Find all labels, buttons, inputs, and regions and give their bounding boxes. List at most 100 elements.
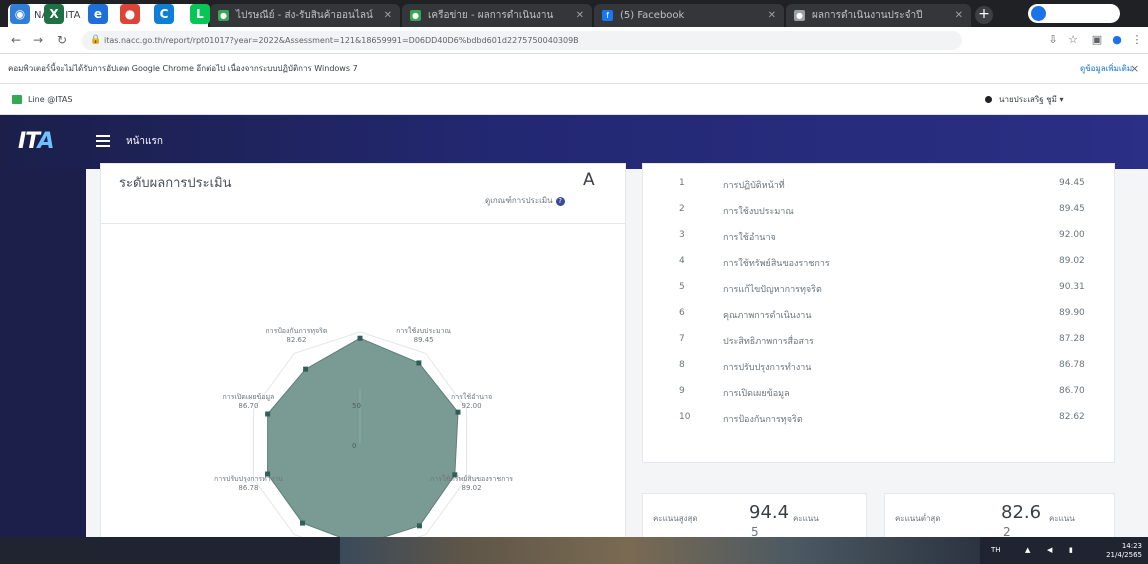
back-icon[interactable]: ← bbox=[8, 32, 24, 48]
radar-value-label: 92.00 bbox=[462, 402, 482, 410]
bookmark-star-icon[interactable]: ☆ bbox=[1066, 33, 1080, 47]
row-name: การเปิดเผยข้อมูล bbox=[723, 389, 790, 399]
taskbar-ie-icon[interactable]: e bbox=[88, 4, 108, 24]
logo-text-main: IT bbox=[18, 129, 39, 154]
row-number: 10 bbox=[679, 412, 691, 422]
radar-axis-label: การใช้ทรัพย์สินของราชการ bbox=[430, 474, 513, 483]
grade-value: A bbox=[583, 170, 595, 190]
radar-ring-label: 0 bbox=[352, 442, 356, 450]
tab-favicon-icon: ● bbox=[410, 10, 421, 21]
tab-close-icon[interactable]: ✕ bbox=[955, 4, 963, 27]
row-value: 90.31 bbox=[1059, 282, 1085, 292]
row-name: การแก้ไขปัญหาการทุจริต bbox=[723, 285, 822, 295]
row-number: 9 bbox=[679, 386, 685, 396]
table-row: 7 ประสิทธิภาพการสื่อสาร 87.28 bbox=[643, 326, 1114, 351]
radar-point[interactable] bbox=[416, 523, 422, 529]
min-score-label: คะแนนต่ำสุด bbox=[895, 514, 941, 523]
profile-button[interactable] bbox=[1028, 4, 1120, 23]
tab-nacc-ita[interactable]: N NACC ITA ✕ bbox=[8, 4, 208, 27]
forward-icon[interactable]: → bbox=[30, 32, 46, 48]
page-title[interactable]: หน้าแรก bbox=[126, 134, 163, 149]
radar-value-label: 86.78 bbox=[238, 484, 258, 492]
tab-network[interactable]: ● เครือข่าย - ผลการดำเนินงาน ✕ bbox=[402, 4, 592, 27]
infobar-learn-more-link[interactable]: ดูข้อมูลเพิ่มเติม bbox=[1080, 54, 1132, 84]
tab-close-icon[interactable]: ✕ bbox=[768, 4, 776, 27]
row-value: 92.00 bbox=[1059, 230, 1085, 240]
lock-icon: 🔒 bbox=[90, 35, 102, 45]
tab-close-icon[interactable]: ✕ bbox=[576, 4, 584, 27]
radar-point[interactable] bbox=[416, 360, 422, 366]
radar-series-area bbox=[267, 337, 459, 546]
screen: N NACC ITA ✕ ● ไปรษณีย์ - ส่ง-รับสินค้าอ… bbox=[0, 0, 1148, 564]
tab-favicon-icon: ● bbox=[218, 10, 229, 21]
hamburger-menu-icon[interactable] bbox=[96, 135, 110, 147]
row-number: 7 bbox=[679, 334, 685, 344]
row-number: 5 bbox=[679, 282, 685, 292]
row-value: 87.28 bbox=[1059, 334, 1085, 344]
taskbar-excel-icon[interactable]: X bbox=[44, 4, 64, 24]
radar-point[interactable] bbox=[265, 411, 271, 417]
network-icon[interactable]: ▲ bbox=[1025, 537, 1030, 564]
row-name: คุณภาพการดำเนินงาน bbox=[723, 311, 812, 321]
browser-toolbar: ← → ↻ 🔒 itas.nacc.go.th/report/rpt01017?… bbox=[0, 27, 1148, 54]
background-photo bbox=[340, 537, 980, 564]
tab-label: เครือข่าย - ผลการดำเนินงาน bbox=[428, 10, 554, 21]
tab-favicon-icon: f bbox=[602, 10, 613, 21]
avatar bbox=[1031, 6, 1046, 21]
radar-ring-label: 50 bbox=[352, 402, 361, 410]
logo-text-accent: A bbox=[37, 129, 54, 154]
radar-axis-label: การใช้อำนาจ bbox=[451, 392, 492, 401]
user-menu[interactable]: นายประเสริฐ ชูมี ▾ bbox=[985, 84, 1063, 115]
signal-icon[interactable]: ▮ bbox=[1069, 537, 1073, 564]
main-content: ระดับผลการประเมิน A ดูเกณฑ์การประเมิน? 5… bbox=[86, 163, 1148, 554]
volume-icon[interactable]: ◀ bbox=[1047, 537, 1052, 564]
radar-point[interactable] bbox=[357, 335, 363, 341]
tab-post[interactable]: ● ไปรษณีย์ - ส่ง-รับสินค้าออนไลน์ ✕ bbox=[210, 4, 400, 27]
account-icon[interactable]: ● bbox=[1110, 33, 1124, 47]
table-row: 10 การป้องกันการทุจริต 82.62 bbox=[643, 404, 1114, 429]
tray-language[interactable]: TH bbox=[991, 537, 1001, 564]
ita-logo[interactable]: ITA bbox=[18, 129, 55, 154]
new-tab-button[interactable]: + bbox=[975, 6, 993, 24]
app-header: ITA หน้าแรก bbox=[0, 115, 1148, 169]
bookmark-line-itas[interactable]: Line @ITAS bbox=[12, 84, 72, 115]
infobar-message: คอมพิวเตอร์นี้จะไม่ได้รับการอัปเดต Googl… bbox=[8, 64, 358, 73]
row-name: การใช้ทรัพย์สินของราชการ bbox=[723, 259, 830, 269]
tab-label: ไปรษณีย์ - ส่ง-รับสินค้าออนไลน์ bbox=[236, 10, 373, 21]
taskbar-line-icon[interactable]: L bbox=[190, 4, 210, 24]
menu-kebab-icon[interactable]: ⋮ bbox=[1130, 33, 1144, 47]
tab-close-icon[interactable]: ✕ bbox=[384, 4, 392, 27]
row-name: การใช้อำนาจ bbox=[723, 233, 776, 243]
tab-results[interactable]: ● ผลการดำเนินงานประจำปี ✕ bbox=[786, 4, 971, 27]
tab-label: (5) Facebook bbox=[620, 10, 685, 21]
address-bar[interactable]: 🔒 itas.nacc.go.th/report/rpt01017?year=2… bbox=[82, 31, 962, 50]
tab-facebook[interactable]: f (5) Facebook ✕ bbox=[594, 4, 784, 27]
tab-label: ผลการดำเนินงานประจำปี bbox=[812, 10, 923, 21]
system-tray: TH ▲ ◀ ▮ 14:23 21/4/2565 bbox=[985, 537, 1148, 564]
clock[interactable]: 14:23 21/4/2565 bbox=[1106, 542, 1142, 560]
scores-table: 1 การปฏิบัติหน้าที่ 94.45 2 การใช้งบประมาณ 8… bbox=[642, 163, 1115, 463]
row-value: 86.70 bbox=[1059, 386, 1085, 396]
row-number: 6 bbox=[679, 308, 685, 318]
infobar-close-icon[interactable]: × bbox=[1130, 54, 1139, 84]
radar-axis-label: การป้องกันการทุจริต bbox=[265, 327, 327, 335]
taskbar-edge-icon[interactable]: C bbox=[154, 4, 174, 24]
start-button-icon[interactable]: ◉ bbox=[10, 4, 30, 24]
reload-icon[interactable]: ↻ bbox=[54, 32, 70, 48]
radar-value-label: 86.70 bbox=[238, 402, 258, 410]
install-icon[interactable]: ⇩ bbox=[1046, 33, 1060, 47]
radar-point[interactable] bbox=[300, 520, 306, 526]
taskbar-chrome-icon[interactable]: ● bbox=[120, 4, 140, 24]
criteria-link[interactable]: ดูเกณฑ์การประเมิน? bbox=[485, 194, 565, 207]
radar-point[interactable] bbox=[455, 409, 461, 415]
radar-value-label: 82.62 bbox=[286, 336, 306, 344]
table-row: 8 การปรับปรุงการทำงาน 86.78 bbox=[643, 352, 1114, 377]
bookmarks-bar: Line @ITAS นายประเสริฐ ชูมี ▾ bbox=[0, 84, 1148, 115]
radar-point[interactable] bbox=[303, 366, 309, 372]
row-value: 89.45 bbox=[1059, 204, 1085, 214]
chrome-update-infobar: คอมพิวเตอร์นี้จะไม่ได้รับการอัปเดต Googl… bbox=[0, 54, 1148, 84]
table-row: 3 การใช้อำนาจ 92.00 bbox=[643, 222, 1114, 247]
row-name: การใช้งบประมาณ bbox=[723, 207, 794, 217]
extensions-icon[interactable]: ▣ bbox=[1090, 33, 1104, 47]
criteria-link-text: ดูเกณฑ์การประเมิน bbox=[485, 196, 553, 205]
